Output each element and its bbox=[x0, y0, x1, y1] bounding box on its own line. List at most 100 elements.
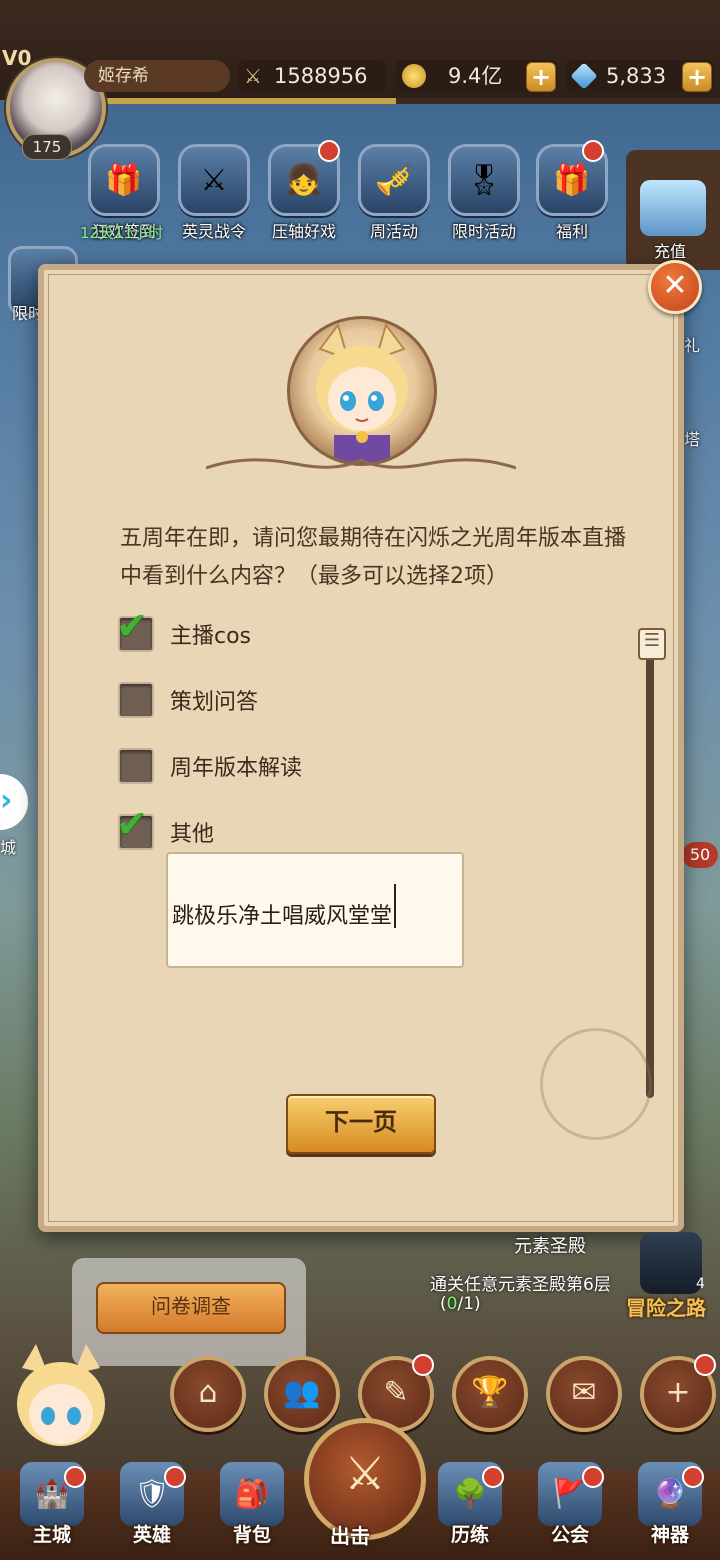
carnival-gift-icon: 🎁 bbox=[88, 144, 160, 216]
house-icon: ⌂ bbox=[198, 1375, 218, 1410]
survey-question: 五周年在即，请问您最期待在闪烁之光周年版本直播中看到什么内容？（最多可以选择2项… bbox=[120, 526, 627, 589]
option-label: 主播cos bbox=[170, 624, 252, 649]
trophy-quick-button[interactable]: 🏆 bbox=[452, 1356, 528, 1432]
notification-dot bbox=[582, 140, 604, 162]
notification-dot bbox=[694, 1354, 716, 1376]
option-label: 其他 bbox=[170, 822, 215, 847]
banner-star-icon: 🎖 bbox=[448, 144, 520, 216]
quest-description: 通关任意元素圣殿第6层 bbox=[430, 1275, 611, 1295]
nav-label: 神器 bbox=[650, 1524, 689, 1546]
side-count-badge: 50 bbox=[682, 842, 718, 868]
winged-helmet-icon: ⚔ bbox=[178, 144, 250, 216]
plus-icon: + bbox=[665, 1375, 691, 1410]
combat-power-display: ⚔ 1588956 bbox=[238, 60, 386, 92]
event-welfare[interactable]: 🎁 福利 bbox=[532, 140, 612, 244]
home-quick-button[interactable]: ⌂ bbox=[170, 1356, 246, 1432]
quest-scroll-icon: ✎ bbox=[383, 1375, 409, 1410]
nav-label: 背包 bbox=[232, 1524, 271, 1546]
notification-dot bbox=[64, 1466, 86, 1488]
nav-label: 英雄 bbox=[132, 1524, 171, 1546]
nav-backpack[interactable]: 🎒 背包 bbox=[202, 1462, 302, 1560]
scrollbar-track[interactable] bbox=[646, 656, 654, 1098]
event-label: 福利 bbox=[555, 222, 588, 241]
backpack-icon: 🎒 bbox=[220, 1462, 284, 1526]
nav-label: 历练 bbox=[450, 1524, 489, 1546]
event-hero-pass[interactable]: ⚔ 英灵战令 bbox=[174, 144, 254, 244]
nav-heroes[interactable]: 🛡 英雄 bbox=[102, 1462, 202, 1560]
friends-icon: 👥 bbox=[283, 1375, 321, 1410]
swords-icon: ⚔ bbox=[244, 64, 262, 88]
city-side-label: 城 bbox=[0, 838, 17, 857]
adventure-count: 4 bbox=[696, 1276, 705, 1292]
next-page-button[interactable]: 下一页 bbox=[286, 1094, 436, 1154]
event-finale-show[interactable]: 👧 压轴好戏 bbox=[264, 140, 344, 244]
nav-artifact[interactable]: 🔮 神器 bbox=[620, 1462, 720, 1560]
recharge-crystal-icon[interactable] bbox=[640, 180, 706, 236]
quest-title: 元素圣殿 bbox=[514, 1236, 586, 1257]
checkbox[interactable]: ✔ bbox=[116, 802, 154, 850]
horn-icon: 🎺 bbox=[358, 144, 430, 216]
event-label: 压轴好戏 bbox=[271, 222, 336, 241]
text-caret bbox=[394, 884, 397, 928]
nav-training[interactable]: 🌳 历练 bbox=[420, 1462, 520, 1560]
other-text-input[interactable]: 跳极乐净土唱威风堂堂 bbox=[166, 852, 464, 968]
checkbox[interactable] bbox=[118, 682, 154, 718]
carnival-timer: 12天11小时 bbox=[80, 224, 164, 242]
close-button[interactable]: ✕ bbox=[648, 260, 702, 314]
quest-progress: (0/1) bbox=[440, 1294, 481, 1314]
event-weekly[interactable]: 🎺 周活动 bbox=[354, 144, 434, 244]
xp-bar-fill bbox=[100, 98, 396, 104]
gems-display: 5,833 + bbox=[566, 60, 714, 92]
catgirl-illustration bbox=[316, 322, 408, 463]
nav-main-city[interactable]: 🏰 主城 bbox=[2, 1462, 102, 1560]
event-label: 限时活动 bbox=[451, 222, 516, 241]
checkbox[interactable] bbox=[118, 748, 154, 784]
nav-label: 公会 bbox=[550, 1524, 589, 1546]
nav-guild[interactable]: 🚩 公会 bbox=[520, 1462, 620, 1560]
option-anniversary-interpretation[interactable]: 周年版本解读 bbox=[118, 746, 302, 786]
checkmark-icon: ✔ bbox=[116, 604, 148, 648]
diamond-icon bbox=[570, 62, 598, 90]
notification-dot bbox=[682, 1466, 704, 1488]
more-quick-button[interactable]: + bbox=[640, 1354, 716, 1432]
checkmark-icon: ✔ bbox=[116, 802, 148, 846]
notification-dot bbox=[482, 1466, 504, 1488]
gold-coin-icon bbox=[402, 64, 426, 88]
option-label: 周年版本解读 bbox=[170, 756, 303, 781]
other-text-value: 跳极乐净土唱威风堂堂 bbox=[172, 904, 393, 929]
adventure-icon[interactable] bbox=[640, 1232, 702, 1294]
mascot-catgirl bbox=[0, 1340, 130, 1470]
option-streamer-cos[interactable]: ✔ 主播cos bbox=[116, 604, 252, 654]
quest-progress-rest: /1) bbox=[457, 1294, 481, 1314]
mail-icon: ✉ bbox=[571, 1375, 597, 1410]
notification-dot bbox=[164, 1466, 186, 1488]
vip-level: V0 bbox=[2, 46, 32, 70]
player-name[interactable]: 姬存希 bbox=[84, 60, 230, 92]
option-other[interactable]: ✔ 其他 bbox=[116, 802, 215, 852]
notification-dot bbox=[582, 1466, 604, 1488]
add-gems-button[interactable]: + bbox=[682, 62, 712, 92]
survey-button[interactable]: 问卷调查 bbox=[96, 1282, 286, 1334]
checkbox[interactable]: ✔ bbox=[116, 604, 154, 652]
add-gold-button[interactable]: + bbox=[526, 62, 556, 92]
combat-power-value: 1588956 bbox=[274, 64, 368, 88]
friends-quick-button[interactable]: 👥 bbox=[264, 1356, 340, 1432]
event-label: 周活动 bbox=[369, 222, 418, 241]
trophy-icon: 🏆 bbox=[471, 1375, 509, 1410]
scrollbar-handle[interactable]: ☰ bbox=[638, 628, 666, 660]
expand-arrow-icon[interactable]: › bbox=[0, 774, 28, 830]
option-planner-qa[interactable]: 策划问答 bbox=[118, 680, 258, 720]
mascot-illustration bbox=[17, 1344, 105, 1446]
attack-label: 出击 bbox=[330, 1524, 370, 1548]
event-limited-time[interactable]: 🎖 限时活动 bbox=[444, 144, 524, 244]
recharge-label: 充值 bbox=[654, 242, 687, 261]
notification-dot bbox=[318, 140, 340, 162]
mail-quick-button[interactable]: ✉ bbox=[546, 1356, 622, 1432]
gift-side-label: 礼 bbox=[684, 336, 701, 355]
option-label: 策划问答 bbox=[170, 690, 259, 715]
gold-value: 9.4亿 bbox=[448, 64, 503, 88]
gems-value: 5,833 bbox=[606, 64, 667, 88]
postmark-stamp-icon bbox=[540, 1028, 652, 1140]
quest-progress-open: ( bbox=[440, 1294, 447, 1314]
adventure-road-label[interactable]: 冒险之路 bbox=[626, 1292, 706, 1321]
